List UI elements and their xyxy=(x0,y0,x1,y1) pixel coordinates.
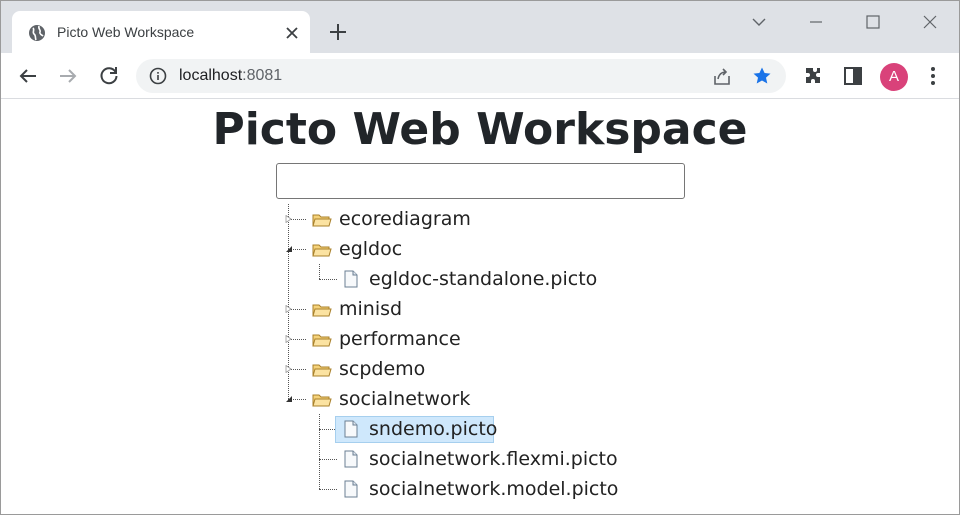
back-arrow-icon[interactable] xyxy=(16,64,40,88)
folder-open-icon xyxy=(312,304,332,317)
close-window-icon[interactable] xyxy=(919,11,941,33)
tree-folder-node[interactable]: scpdemo xyxy=(1,354,959,384)
page-content: Picto Web Workspace ecorediagram egldoc eg… xyxy=(1,100,959,514)
side-panel-icon[interactable] xyxy=(841,64,865,88)
tree-folder-node[interactable]: socialnetwork xyxy=(1,384,959,414)
tree-file-node[interactable]: sndemo.picto xyxy=(1,414,959,444)
tree-node-label: scpdemo xyxy=(339,358,426,380)
tree-file-node[interactable]: egldoc-standalone.picto xyxy=(1,264,959,294)
tree-folder-node[interactable]: minisd xyxy=(1,294,959,324)
url-host: localhost xyxy=(179,67,243,84)
bookmark-star-icon[interactable] xyxy=(752,66,772,86)
file-icon xyxy=(344,480,358,498)
close-tab-icon[interactable] xyxy=(282,23,302,43)
tree-connector xyxy=(319,279,337,280)
url-text: localhost:8081 xyxy=(179,67,282,85)
reload-icon[interactable] xyxy=(97,64,121,88)
tree-node-label: sndemo.picto xyxy=(369,418,498,440)
tree-connector xyxy=(319,459,337,460)
tree-node-label: socialnetwork.flexmi.picto xyxy=(369,448,618,470)
globe-icon xyxy=(29,25,45,41)
address-bar[interactable]: localhost:8081 xyxy=(136,59,786,93)
tree-file-node[interactable]: socialnetwork.model.picto xyxy=(1,474,959,504)
expand-arrow-icon[interactable] xyxy=(285,215,293,223)
file-icon xyxy=(344,450,358,468)
extensions-icon[interactable] xyxy=(801,64,825,88)
tree-node-label: minisd xyxy=(339,298,403,320)
site-info-icon[interactable] xyxy=(149,67,167,85)
file-icon xyxy=(344,270,358,288)
expand-arrow-icon[interactable] xyxy=(285,305,293,313)
profile-avatar[interactable]: A xyxy=(880,63,908,91)
tree-node-label: performance xyxy=(339,328,461,350)
tree-folder-node[interactable]: performance xyxy=(1,324,959,354)
collapse-arrow-icon[interactable] xyxy=(285,395,293,403)
workspace-tree: ecorediagram egldoc egldoc-standalone.pict… xyxy=(1,100,959,514)
expand-arrow-icon[interactable] xyxy=(285,335,293,343)
maximize-icon[interactable] xyxy=(862,11,884,33)
minimize-icon[interactable] xyxy=(805,11,827,33)
tree-node-label: socialnetwork xyxy=(339,388,471,410)
folder-open-icon xyxy=(312,334,332,347)
new-tab-icon[interactable] xyxy=(327,21,349,43)
folder-open-icon xyxy=(312,244,332,257)
file-icon xyxy=(344,420,358,438)
tree-folder-node[interactable]: egldoc xyxy=(1,234,959,264)
forward-arrow-icon[interactable] xyxy=(56,64,80,88)
browser-toolbar: localhost:8081 A xyxy=(1,53,959,99)
more-menu-icon[interactable] xyxy=(921,64,945,88)
tab-search-chevron-icon[interactable] xyxy=(748,11,770,33)
share-icon[interactable] xyxy=(712,67,732,87)
tree-connector xyxy=(319,489,337,490)
tree-node-label: socialnetwork.model.picto xyxy=(369,478,619,500)
tree-node-label: egldoc xyxy=(339,238,403,260)
tree-folder-node[interactable]: ecorediagram xyxy=(1,204,959,234)
tree-node-label: ecorediagram xyxy=(339,208,471,230)
tree-file-node[interactable]: socialnetwork.flexmi.picto xyxy=(1,444,959,474)
folder-open-icon xyxy=(312,214,332,227)
tab-strip: Picto Web Workspace xyxy=(1,1,959,54)
url-port: :8081 xyxy=(242,67,283,84)
folder-open-icon xyxy=(312,364,332,377)
tab-title: Picto Web Workspace xyxy=(57,24,195,40)
collapse-arrow-icon[interactable] xyxy=(285,245,293,253)
browser-tab[interactable]: Picto Web Workspace xyxy=(12,11,310,54)
tree-node-label: egldoc-standalone.picto xyxy=(369,268,598,290)
folder-open-icon xyxy=(312,394,332,407)
expand-arrow-icon[interactable] xyxy=(285,365,293,373)
